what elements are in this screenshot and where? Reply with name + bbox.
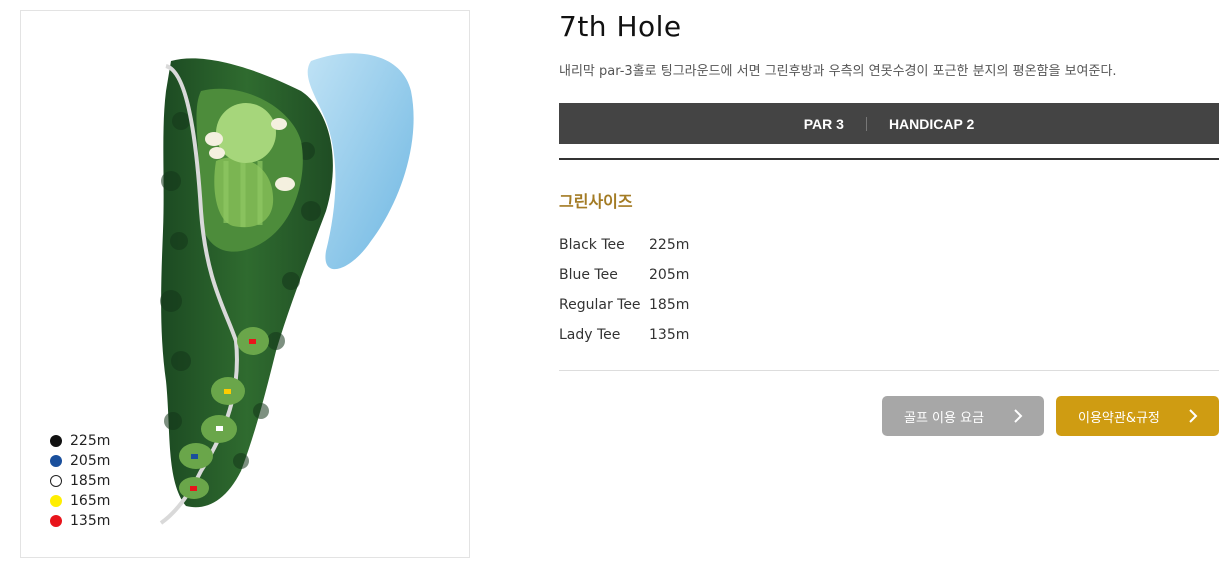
section-divider xyxy=(559,158,1219,160)
tee-distance: 135m xyxy=(649,327,690,343)
tee-distance: 185m xyxy=(649,297,690,313)
chevron-right-icon xyxy=(1014,409,1023,423)
legend-distance: 185m xyxy=(70,473,111,489)
tee-name: Regular Tee xyxy=(559,297,641,313)
hole-info-bar: PAR 3 HANDICAP 2 xyxy=(559,103,1219,144)
terms-button[interactable]: 이용약관&규정 xyxy=(1056,396,1219,436)
legend-distance: 205m xyxy=(70,453,111,469)
black-dot-icon xyxy=(50,435,62,447)
tee-distance: 205m xyxy=(649,267,690,283)
legend-row-red: 135m xyxy=(50,511,110,531)
tee-name: Blue Tee xyxy=(559,267,618,283)
tee-name: Lady Tee xyxy=(559,327,621,343)
white-dot-icon xyxy=(50,475,62,487)
golf-fee-button[interactable]: 골프 이용 요금 xyxy=(882,396,1044,436)
tee-row: Regular Tee 185m xyxy=(559,290,689,320)
tee-name: Black Tee xyxy=(559,237,625,253)
chevron-right-icon xyxy=(1189,409,1198,423)
tee-legend: 225m 205m 185m 165m 135m xyxy=(50,431,110,531)
hole-title: 7th Hole xyxy=(559,10,682,43)
legend-distance: 225m xyxy=(70,433,111,449)
legend-row-white: 185m xyxy=(50,471,110,491)
handicap-label: HANDICAP 2 xyxy=(888,115,975,132)
green xyxy=(216,103,276,163)
legend-row-yellow: 165m xyxy=(50,491,110,511)
course-map-panel: 225m 205m 185m 165m 135m xyxy=(20,10,470,558)
hole-description: 내리막 par-3홀로 팅그라운드에 서면 그린후방과 우측의 연못수경이 포근… xyxy=(559,64,1117,79)
red-dot-icon xyxy=(50,515,62,527)
legend-distance: 135m xyxy=(70,513,111,529)
tee-distance-list: Black Tee 225m Blue Tee 205m Regular Tee… xyxy=(559,230,689,350)
tee-distance: 225m xyxy=(649,237,690,253)
par-label: PAR 3 xyxy=(803,115,844,132)
legend-row-black: 225m xyxy=(50,431,110,451)
legend-distance: 165m xyxy=(70,493,111,509)
terms-label: 이용약관&규정 xyxy=(1078,410,1160,426)
golf-fee-label: 골프 이용 요금 xyxy=(904,410,985,426)
info-divider xyxy=(865,116,867,131)
green-size-heading: 그린사이즈 xyxy=(559,192,633,211)
tee-row: Black Tee 225m xyxy=(559,230,689,260)
tee-row: Blue Tee 205m xyxy=(559,260,689,290)
blue-dot-icon xyxy=(50,455,62,467)
tee-row: Lady Tee 135m xyxy=(559,320,689,350)
legend-row-blue: 205m xyxy=(50,451,110,471)
yellow-dot-icon xyxy=(50,495,62,507)
bottom-divider xyxy=(559,370,1219,371)
